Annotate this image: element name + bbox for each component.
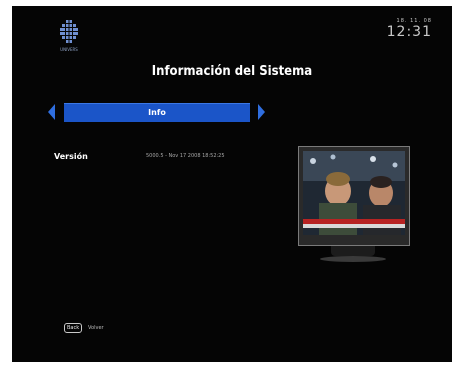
brand-name: UNIVERS (60, 47, 78, 52)
tv-base (320, 256, 386, 262)
back-button[interactable]: Back (64, 323, 83, 333)
page-title: Información del Sistema (151, 64, 313, 79)
version-label: Versión (54, 152, 88, 161)
arrow-right-icon[interactable] (258, 104, 265, 120)
clock: 18. 11. 08 12:31 (387, 18, 432, 40)
tv-frame (298, 146, 410, 246)
clock-time: 12:31 (386, 24, 432, 40)
tv-illustration (298, 146, 410, 266)
version-value: 5000.5 - Nov 17 2008 18:52:25 (146, 153, 225, 159)
brand-logo: UNIVERS (58, 20, 80, 54)
tv-picture (303, 151, 405, 235)
tv-stand (331, 246, 375, 256)
grid-globe-logo-icon (60, 20, 78, 46)
back-label: Volver (88, 325, 104, 331)
tv-screen: UNIVERS 18. 11. 08 12:31 Información del… (12, 6, 452, 362)
tab-info[interactable]: Info (64, 103, 250, 122)
arrow-left-icon[interactable] (48, 104, 55, 120)
